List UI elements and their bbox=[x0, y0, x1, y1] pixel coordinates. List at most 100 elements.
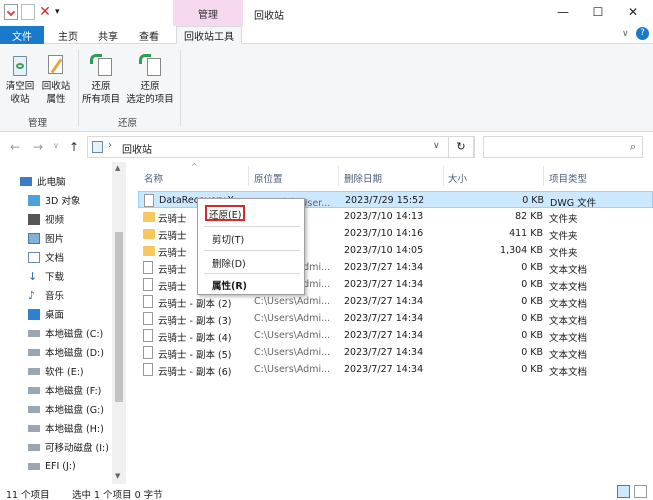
file-deleted-date: 2023/7/27 14:34 bbox=[344, 262, 424, 273]
column-header-name[interactable]: 名称 bbox=[144, 171, 163, 185]
file-deleted-date: 2023/7/10 14:05 bbox=[344, 245, 424, 256]
nav-label: 本地磁盘 (D:) bbox=[45, 348, 104, 359]
menu-divider bbox=[204, 250, 300, 251]
file-deleted-date: 2023/7/27 14:34 bbox=[344, 347, 424, 358]
drive-icon bbox=[28, 462, 40, 470]
empty-bin-label-2: 收站 bbox=[10, 94, 30, 105]
file-type: 文件夹 bbox=[549, 231, 578, 242]
nav-label: 图片 bbox=[45, 234, 65, 245]
file-type: 文本文档 bbox=[549, 299, 588, 310]
recycle-bin-icon bbox=[7, 52, 33, 78]
forward-arrow-icon[interactable]: → bbox=[33, 140, 43, 154]
file-size: 411 KB bbox=[509, 228, 543, 239]
column-header-size[interactable]: 大小 bbox=[448, 171, 467, 185]
restore-all-label-2: 所有项目 bbox=[81, 94, 120, 105]
details-view-icon[interactable] bbox=[617, 485, 630, 498]
nav-scrollbar[interactable]: ▲ ▼ bbox=[112, 162, 126, 484]
ribbon-collapse-icon[interactable]: ∨ bbox=[622, 29, 629, 39]
column-header-row: ^ 名称 原位置 删除日期 大小 项目类型 bbox=[128, 162, 653, 188]
music-icon: ♪ bbox=[28, 288, 36, 302]
breadcrumb[interactable]: 回收站 bbox=[122, 141, 152, 156]
file-type: 文本文档 bbox=[549, 265, 588, 276]
minimize-button[interactable]: — bbox=[548, 3, 578, 21]
empty-recycle-bin-button[interactable]: 清空回 收站 bbox=[3, 52, 37, 106]
column-header-location[interactable]: 原位置 bbox=[254, 171, 283, 185]
large-icons-view-icon[interactable] bbox=[634, 485, 647, 498]
column-separator[interactable] bbox=[338, 166, 339, 186]
window-title: 回收站 bbox=[254, 11, 284, 22]
table-row[interactable]: 云骑士 - 副本 (2) C:\Users\Admi... 2023/7/27 … bbox=[138, 293, 653, 310]
table-row[interactable]: 云骑士 - 副本 (6) C:\Users\Admi... 2023/7/27 … bbox=[138, 361, 653, 378]
text-file-icon bbox=[143, 312, 153, 325]
video-icon bbox=[28, 213, 40, 225]
restore-all-button[interactable]: 还原 所有项目 bbox=[80, 52, 122, 106]
maximize-button[interactable]: ☐ bbox=[583, 3, 613, 21]
file-type: 文本文档 bbox=[549, 350, 588, 361]
delete-icon[interactable]: ✕ bbox=[38, 4, 52, 20]
file-deleted-date: 2023/7/27 14:34 bbox=[344, 313, 424, 324]
sort-ascending-icon: ^ bbox=[191, 162, 198, 171]
status-item-count: 11 个项目 bbox=[6, 490, 50, 500]
refresh-icon[interactable]: ↻ bbox=[448, 136, 474, 158]
properties-icon[interactable] bbox=[4, 4, 18, 20]
context-menu-delete[interactable]: 删除(D) bbox=[212, 254, 246, 270]
column-header-type[interactable]: 项目类型 bbox=[549, 171, 587, 185]
context-menu-properties[interactable]: 属性(R) bbox=[212, 276, 247, 292]
back-arrow-icon[interactable]: ← bbox=[10, 140, 20, 154]
nav-label: 本地磁盘 (H:) bbox=[45, 424, 104, 435]
tab-recycle-bin-tools[interactable]: 回收站工具 bbox=[176, 26, 242, 44]
nav-label: 视频 bbox=[45, 215, 65, 226]
tab-file[interactable]: 文件 bbox=[0, 26, 44, 44]
file-deleted-date: 2023/7/27 14:34 bbox=[344, 330, 424, 341]
drive-icon bbox=[28, 348, 40, 356]
breadcrumb-chevron-icon[interactable]: › bbox=[108, 140, 112, 151]
file-deleted-date: 2023/7/27 14:34 bbox=[344, 279, 424, 290]
text-file-icon bbox=[143, 363, 153, 376]
new-folder-icon[interactable] bbox=[21, 4, 35, 20]
column-header-deleted[interactable]: 删除日期 bbox=[344, 171, 382, 185]
document-icon bbox=[28, 251, 40, 263]
table-row[interactable]: 云骑士 - 副本 (4) C:\Users\Admi... 2023/7/27 … bbox=[138, 327, 653, 344]
qat-dropdown-icon[interactable]: ▾ bbox=[55, 7, 60, 17]
file-type: 文件夹 bbox=[549, 214, 578, 225]
scroll-down-icon[interactable]: ▼ bbox=[115, 472, 120, 480]
help-icon[interactable]: ? bbox=[636, 27, 649, 40]
recycle-bin-properties-button[interactable]: 回收站 属性 bbox=[39, 52, 73, 106]
text-file-icon bbox=[143, 295, 153, 308]
ribbon-tabs: 文件 主页 共享 查看 回收站工具 ∨ ? bbox=[0, 26, 653, 44]
drive-icon bbox=[28, 386, 40, 394]
tab-share[interactable]: 共享 bbox=[90, 26, 126, 44]
nav-label: 此电脑 bbox=[37, 177, 66, 188]
group-separator bbox=[180, 50, 181, 126]
file-location: C:\Users\Admi... bbox=[254, 364, 331, 375]
up-arrow-icon[interactable]: ↑ bbox=[69, 140, 79, 154]
download-icon: ↓ bbox=[28, 269, 38, 283]
column-separator[interactable] bbox=[543, 166, 544, 186]
menu-divider bbox=[204, 226, 300, 227]
recent-dropdown-icon[interactable]: ∨ bbox=[53, 141, 59, 150]
context-menu-cut[interactable]: 剪切(T) bbox=[212, 230, 244, 246]
tab-view[interactable]: 查看 bbox=[131, 26, 167, 44]
file-location: C:\Users\Admi... bbox=[254, 330, 331, 341]
address-dropdown-icon[interactable]: ∨ bbox=[433, 141, 440, 151]
scroll-up-icon[interactable]: ▲ bbox=[115, 164, 120, 172]
tab-home[interactable]: 主页 bbox=[50, 26, 86, 44]
file-icon bbox=[144, 194, 154, 207]
nav-label: 本地磁盘 (F:) bbox=[45, 386, 102, 397]
ribbon: 清空回 收站 回收站 属性 还原 所有项目 还原 选定的项目 管理 还原 bbox=[0, 44, 653, 132]
table-row[interactable]: 云骑士 - 副本 (3) C:\Users\Admi... 2023/7/27 … bbox=[138, 310, 653, 327]
context-menu-restore[interactable]: 还原(E) bbox=[205, 205, 246, 221]
file-type: 文本文档 bbox=[549, 282, 588, 293]
context-tab-manage[interactable]: 管理 bbox=[173, 0, 243, 26]
recycle-bin-small-icon bbox=[92, 141, 103, 153]
restore-selected-button[interactable]: 还原 选定的项目 bbox=[124, 52, 176, 106]
column-separator[interactable] bbox=[443, 166, 444, 186]
search-input[interactable]: ⌕ bbox=[483, 136, 643, 158]
close-button[interactable]: ✕ bbox=[618, 3, 648, 21]
file-name: 云骑士 - 副本 (3) bbox=[158, 316, 232, 327]
table-row[interactable]: 云骑士 - 副本 (5) C:\Users\Admi... 2023/7/27 … bbox=[138, 344, 653, 361]
drive-icon bbox=[28, 367, 40, 375]
address-bar[interactable]: › 回收站 ∨ bbox=[87, 136, 475, 158]
nav-scrollbar-thumb[interactable] bbox=[115, 232, 123, 402]
column-separator[interactable] bbox=[248, 166, 249, 186]
